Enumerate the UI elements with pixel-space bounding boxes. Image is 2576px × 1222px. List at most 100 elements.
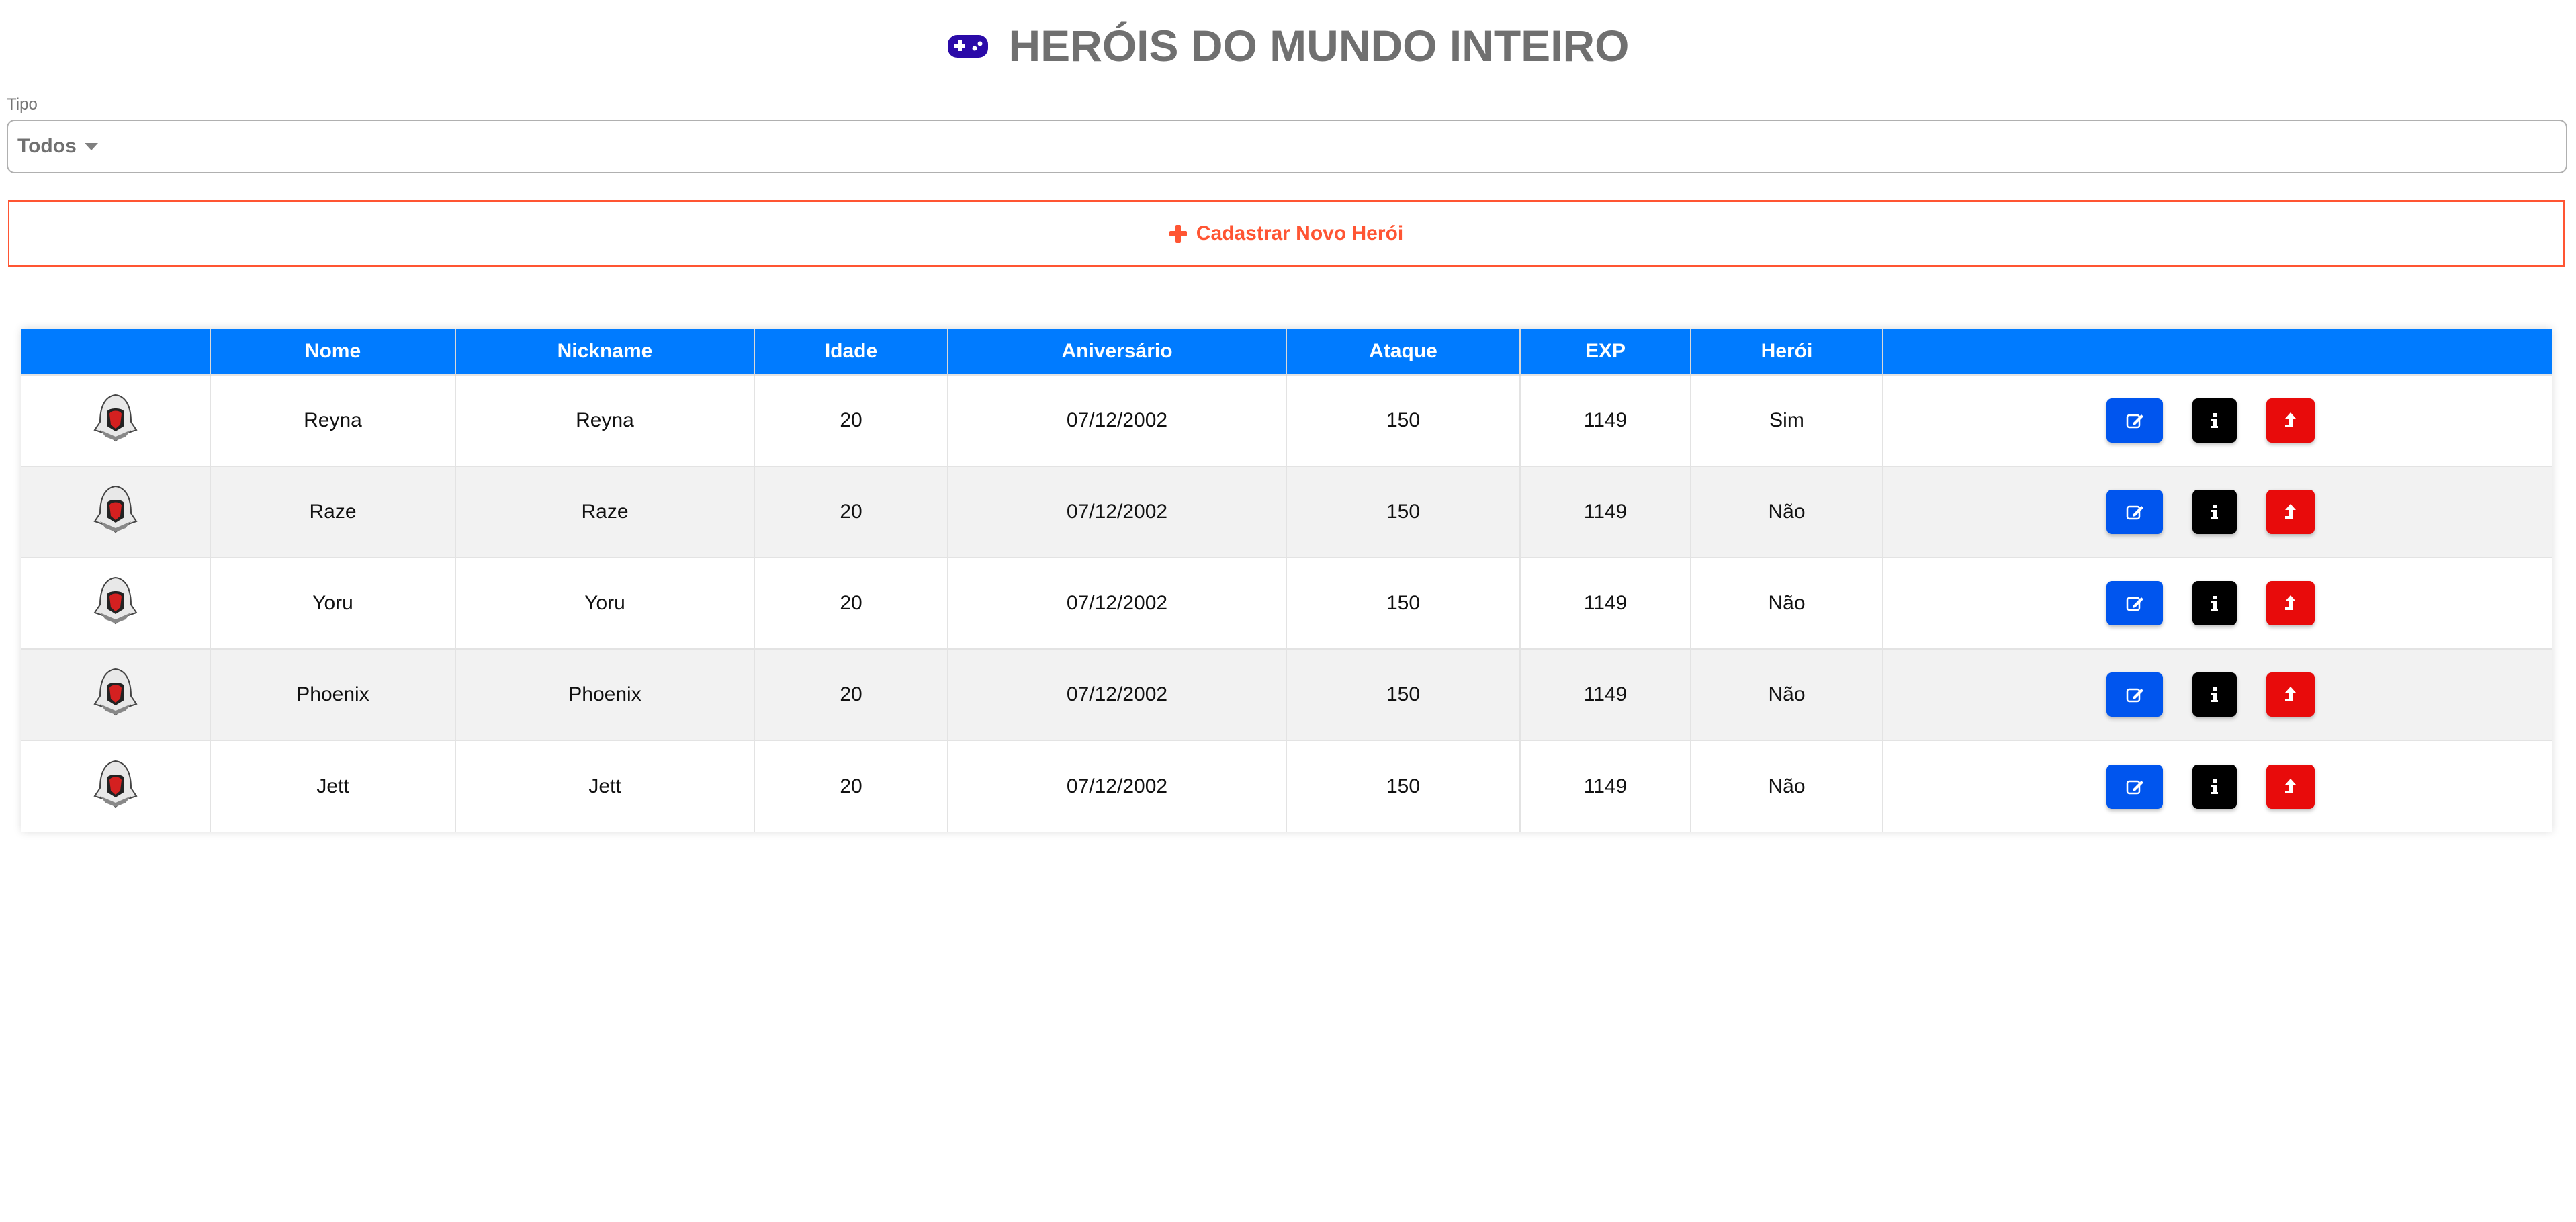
- column-header: Ataque: [1286, 329, 1521, 375]
- info-icon: [2211, 413, 2218, 428]
- edit-button[interactable]: [2106, 581, 2163, 625]
- cell-nome: Jett: [210, 740, 456, 832]
- caret-down-icon: [84, 142, 98, 150]
- hero-avatar: [93, 394, 138, 442]
- edit-icon: [2126, 505, 2143, 520]
- cell-exp: 1149: [1520, 374, 1691, 466]
- arrow-up-icon: [2285, 687, 2296, 701]
- info-button[interactable]: [2192, 398, 2237, 443]
- cell-nome: Yoru: [210, 557, 456, 649]
- table-row: Reyna Reyna 20 07/12/2002 150 1149 Sim: [21, 374, 2552, 466]
- cell-idade: 20: [754, 648, 948, 740]
- plus-icon: [1169, 224, 1187, 243]
- cell-nickname: Reyna: [455, 374, 755, 466]
- info-button[interactable]: [2192, 581, 2237, 625]
- column-header: Herói: [1691, 329, 1883, 375]
- cell-idade: 20: [754, 740, 948, 832]
- cell-aniversario: 07/12/2002: [948, 374, 1287, 466]
- arrow-up-icon: [2285, 778, 2296, 793]
- cell-nome: Raze: [210, 466, 456, 558]
- cell-ataque: 150: [1286, 648, 1521, 740]
- cell-nome: Reyna: [210, 374, 456, 466]
- cell-exp: 1149: [1520, 557, 1691, 649]
- tipo-select[interactable]: Todos: [7, 120, 2567, 173]
- column-header: [21, 329, 211, 375]
- column-header: [1883, 329, 2552, 375]
- page-title: HERÓIS DO MUNDO INTEIRO: [0, 20, 2576, 71]
- actions-cell: [1883, 466, 2552, 558]
- table-row: Jett Jett 20 07/12/2002 150 1149 Não: [21, 740, 2552, 832]
- cell-idade: 20: [754, 466, 948, 558]
- info-icon: [2211, 505, 2218, 519]
- avatar-cell: [21, 557, 211, 649]
- cell-heroi: Não: [1691, 740, 1883, 832]
- actions-cell: [1883, 740, 2552, 832]
- column-header: Idade: [754, 329, 948, 375]
- hero-avatar: [93, 485, 138, 533]
- edit-icon: [2126, 414, 2143, 429]
- cell-nickname: Raze: [455, 466, 755, 558]
- info-icon: [2211, 596, 2218, 611]
- avatar-cell: [21, 374, 211, 466]
- arrow-up-icon: [2285, 504, 2296, 519]
- tipo-select-value: Todos: [17, 135, 77, 157]
- table-row: Yoru Yoru 20 07/12/2002 150 1149 Não: [21, 557, 2552, 649]
- cell-aniversario: 07/12/2002: [948, 466, 1287, 558]
- column-header: Nickname: [455, 329, 755, 375]
- column-header: Nome: [210, 329, 456, 375]
- delete-button[interactable]: [2266, 581, 2315, 625]
- edit-button[interactable]: [2106, 398, 2163, 443]
- cell-ataque: 150: [1286, 466, 1521, 558]
- edit-button[interactable]: [2106, 764, 2163, 809]
- cell-nickname: Jett: [455, 740, 755, 832]
- info-button[interactable]: [2192, 764, 2237, 809]
- edit-icon: [2126, 780, 2143, 794]
- delete-button[interactable]: [2266, 672, 2315, 717]
- arrow-up-icon: [2285, 595, 2296, 610]
- cell-exp: 1149: [1520, 466, 1691, 558]
- add-hero-label: Cadastrar Novo Herói: [1196, 222, 1404, 245]
- actions-cell: [1883, 557, 2552, 649]
- add-hero-button[interactable]: Cadastrar Novo Herói: [8, 200, 2565, 267]
- cell-heroi: Sim: [1691, 374, 1883, 466]
- delete-button[interactable]: [2266, 764, 2315, 809]
- cell-nickname: Yoru: [455, 557, 755, 649]
- cell-ataque: 150: [1286, 557, 1521, 649]
- cell-nome: Phoenix: [210, 648, 456, 740]
- info-icon: [2211, 687, 2218, 702]
- cell-nickname: Phoenix: [455, 648, 755, 740]
- heroes-table: Nome Nickname Idade Aniversário Ataque EXP Her…: [21, 329, 2552, 832]
- column-header: Aniversário: [948, 329, 1287, 375]
- cell-ataque: 150: [1286, 374, 1521, 466]
- cell-ataque: 150: [1286, 740, 1521, 832]
- cell-idade: 20: [754, 557, 948, 649]
- delete-button[interactable]: [2266, 398, 2315, 443]
- title-text: HERÓIS DO MUNDO INTEIRO: [1008, 21, 1630, 71]
- info-icon: [2211, 779, 2218, 794]
- hero-avatar: [93, 760, 138, 808]
- delete-button[interactable]: [2266, 490, 2315, 534]
- edit-button[interactable]: [2106, 490, 2163, 534]
- edit-icon: [2126, 688, 2143, 703]
- hero-avatar: [93, 576, 138, 625]
- cell-idade: 20: [754, 374, 948, 466]
- info-button[interactable]: [2192, 490, 2237, 534]
- actions-cell: [1883, 374, 2552, 466]
- edit-icon: [2126, 597, 2143, 611]
- edit-button[interactable]: [2106, 672, 2163, 717]
- table-header-row: Nome Nickname Idade Aniversário Ataque EXP Her…: [21, 329, 2552, 375]
- avatar-cell: [21, 740, 211, 832]
- cell-aniversario: 07/12/2002: [948, 740, 1287, 832]
- info-button[interactable]: [2192, 672, 2237, 717]
- cell-aniversario: 07/12/2002: [948, 557, 1287, 649]
- actions-cell: [1883, 648, 2552, 740]
- cell-aniversario: 07/12/2002: [948, 648, 1287, 740]
- cell-heroi: Não: [1691, 648, 1883, 740]
- arrow-up-icon: [2285, 412, 2296, 427]
- avatar-cell: [21, 648, 211, 740]
- hero-avatar: [93, 668, 138, 716]
- column-header: EXP: [1520, 329, 1691, 375]
- filter-label: Tipo: [7, 95, 38, 114]
- table-row: Raze Raze 20 07/12/2002 150 1149 Não: [21, 466, 2552, 558]
- cell-exp: 1149: [1520, 740, 1691, 832]
